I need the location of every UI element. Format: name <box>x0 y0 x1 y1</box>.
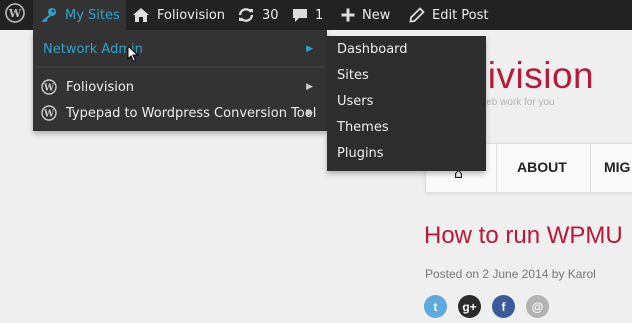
submenu-arrow-icon: ▶ <box>306 108 313 118</box>
edit-post-label: Edit Post <box>432 7 489 23</box>
new-label: New <box>362 7 391 23</box>
site-tagline: web work for you <box>479 97 555 108</box>
facebook-share-icon[interactable]: f <box>492 295 515 318</box>
wordpress-logo-button[interactable]: W <box>0 0 30 30</box>
my-sites-menu-button[interactable]: My Sites <box>33 0 126 30</box>
wordpress-site-icon: W <box>41 79 57 95</box>
site-name-label: Foliovision <box>157 7 226 23</box>
plus-icon <box>341 8 355 22</box>
new-content-button[interactable]: New <box>341 0 390 30</box>
site-name-menu-button[interactable]: Foliovision <box>132 0 225 30</box>
wordpress-site-icon: W <box>41 105 57 121</box>
googleplus-share-icon[interactable]: g+ <box>458 295 481 318</box>
email-share-icon[interactable]: @ <box>526 295 549 318</box>
submenu-arrow-icon: ▶ <box>306 82 313 92</box>
site-name: Foliovision <box>66 79 135 95</box>
site-menu-item-typepad[interactable]: W Typepad to Wordpress Conversion Tool ▶ <box>33 100 327 126</box>
submenu-item-sites[interactable]: Sites <box>337 62 369 88</box>
nav-item-about[interactable]: ABOUT <box>517 159 567 175</box>
comments-button[interactable]: 1 <box>292 0 323 30</box>
my-sites-dropdown: Network Admin ▶ W Foliovision ▶ W Typepa… <box>33 30 327 131</box>
mouse-cursor-icon <box>127 44 139 67</box>
submenu-arrow-icon: ▶ <box>306 44 313 54</box>
comment-icon <box>292 7 308 23</box>
home-icon <box>132 7 150 23</box>
nav-divider <box>590 144 591 192</box>
key-icon <box>40 7 58 23</box>
site-menu-item-foliovision[interactable]: W Foliovision ▶ <box>33 74 327 100</box>
edit-post-button[interactable]: Edit Post <box>409 0 489 30</box>
post-meta: Posted on 2 June 2014 by Karol <box>425 267 596 281</box>
wp-admin-bar: W My Sites Foliovision 30 1 New Edit Pos… <box>0 0 632 30</box>
submenu-item-plugins[interactable]: Plugins <box>337 140 384 166</box>
submenu-item-themes[interactable]: Themes <box>337 114 389 140</box>
my-sites-label: My Sites <box>65 7 120 23</box>
network-admin-menu-item[interactable]: Network Admin ▶ <box>33 36 327 62</box>
svg-text:W: W <box>43 84 55 94</box>
wordpress-logo-icon: W <box>5 3 25 27</box>
pencil-icon <box>409 7 425 23</box>
svg-text:W: W <box>43 110 55 120</box>
network-admin-submenu: Dashboard Sites Users Themes Plugins <box>327 36 486 171</box>
site-name: Typepad to Wordpress Conversion Tool <box>66 105 317 121</box>
nav-item-mig[interactable]: MIG <box>604 159 630 175</box>
refresh-icon <box>237 7 255 23</box>
nav-divider <box>496 144 497 192</box>
updates-button[interactable]: 30 <box>237 0 279 30</box>
submenu-item-dashboard[interactable]: Dashboard <box>337 36 408 62</box>
svg-text:W: W <box>8 7 22 20</box>
updates-count: 30 <box>262 7 279 23</box>
comments-count: 1 <box>315 7 324 23</box>
twitter-share-icon[interactable]: t <box>424 295 447 318</box>
menu-divider <box>33 66 327 68</box>
post-title[interactable]: How to run WPMU <box>424 222 623 250</box>
submenu-item-users[interactable]: Users <box>337 88 373 114</box>
